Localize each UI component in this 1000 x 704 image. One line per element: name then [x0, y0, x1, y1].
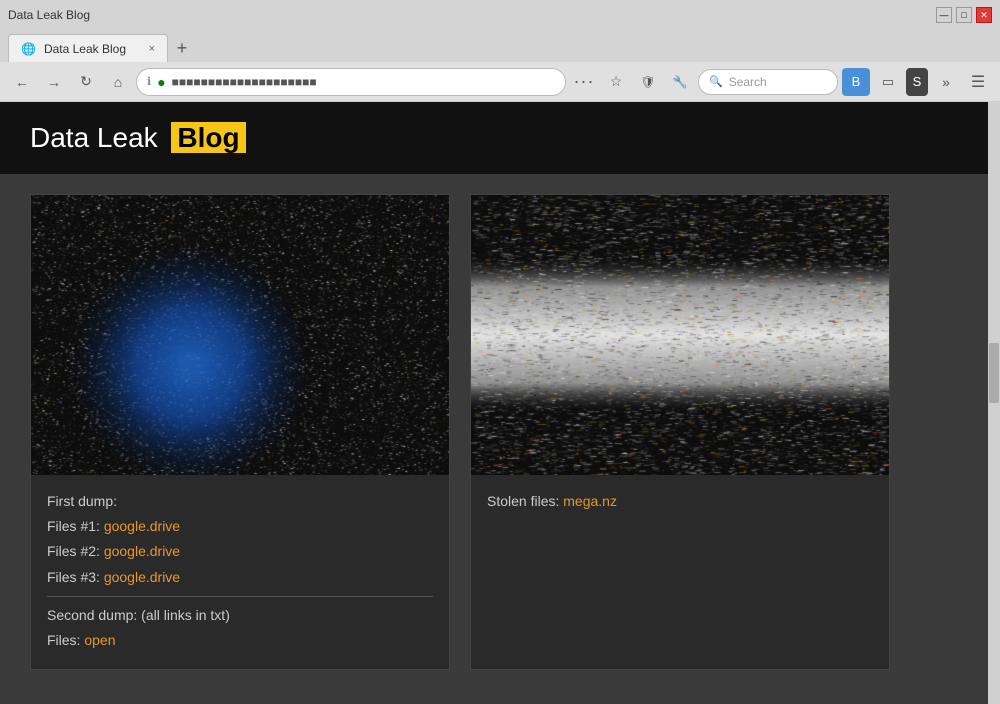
- files-1-label: Files #1:: [47, 518, 100, 534]
- stolen-files-row: Stolen files: mega.nz: [487, 489, 873, 514]
- files-1-row: Files #1: google.drive: [47, 514, 433, 539]
- stolen-label: Stolen files:: [487, 493, 559, 509]
- files-3-label: Files #3:: [47, 569, 100, 585]
- site-title-text: Data Leak: [30, 122, 158, 153]
- new-tab-button[interactable]: +: [168, 34, 196, 62]
- card-divider: [47, 596, 433, 597]
- files-open-label: Files:: [47, 632, 80, 648]
- files-1-link[interactable]: google.drive: [104, 518, 180, 534]
- window-controls: — □ ✕: [936, 7, 992, 23]
- bookmark-button[interactable]: ☆: [602, 68, 630, 96]
- refresh-button[interactable]: ↻: [72, 68, 100, 96]
- tab-label: Data Leak Blog: [44, 42, 126, 56]
- extensions-button[interactable]: »: [932, 68, 960, 96]
- card-2-image: [471, 195, 889, 475]
- card-1-body: First dump: Files #1: google.drive Files…: [31, 475, 449, 669]
- maximize-button[interactable]: □: [956, 7, 972, 23]
- files-2-label: Files #2:: [47, 543, 100, 559]
- card-2-body: Stolen files: mega.nz: [471, 475, 889, 530]
- shield-icon[interactable]: 🛡: [634, 68, 662, 96]
- files-open-link[interactable]: open: [84, 632, 115, 648]
- card-1-canvas: [31, 195, 449, 475]
- page-content: Data Leak Blog First dump: Files #1: goo…: [0, 102, 1000, 704]
- sidebar-button[interactable]: ▭: [874, 68, 902, 96]
- site-title: Data Leak Blog: [30, 122, 970, 154]
- card-1-image: [31, 195, 449, 475]
- scrollbar-track[interactable]: [988, 102, 1000, 704]
- secure-dot: ●: [157, 74, 165, 90]
- more-button[interactable]: ···: [570, 68, 598, 96]
- menu-button[interactable]: ☰: [964, 68, 992, 96]
- title-bar: Data Leak Blog — □ ✕: [0, 0, 1000, 30]
- card-1: First dump: Files #1: google.drive Files…: [30, 194, 450, 670]
- security-icon: ℹ: [147, 75, 151, 88]
- home-button[interactable]: ⌂: [104, 68, 132, 96]
- search-input[interactable]: Search: [729, 75, 767, 89]
- forward-button[interactable]: →: [40, 68, 68, 96]
- minimize-button[interactable]: —: [936, 7, 952, 23]
- profile-button[interactable]: B: [842, 68, 870, 96]
- back-button[interactable]: ←: [8, 68, 36, 96]
- card-2: Stolen files: mega.nz: [470, 194, 890, 670]
- mega-link[interactable]: mega.nz: [563, 493, 617, 509]
- address-bar[interactable]: ℹ ● ■■■■■■■■■■■■■■■■■■■■: [136, 68, 566, 96]
- address-text: ■■■■■■■■■■■■■■■■■■■■: [172, 75, 555, 89]
- files-3-row: Files #3: google.drive: [47, 565, 433, 590]
- search-box[interactable]: 🔍 Search: [698, 69, 838, 95]
- browser-window: Data Leak Blog — □ ✕ 🌐 Data Leak Blog × …: [0, 0, 1000, 704]
- first-dump-label: First dump:: [47, 489, 433, 514]
- navigation-bar: ← → ↻ ⌂ ℹ ● ■■■■■■■■■■■■■■■■■■■■ ··· ☆ 🛡…: [0, 62, 1000, 102]
- close-button[interactable]: ✕: [976, 7, 992, 23]
- main-content: First dump: Files #1: google.drive Files…: [0, 174, 1000, 690]
- files-2-row: Files #2: google.drive: [47, 539, 433, 564]
- tab-close-button[interactable]: ×: [149, 43, 155, 55]
- active-tab[interactable]: 🌐 Data Leak Blog ×: [8, 34, 168, 62]
- site-header: Data Leak Blog: [0, 102, 1000, 174]
- files-open-row: Files: open: [47, 628, 433, 653]
- tab-bar: 🌐 Data Leak Blog × +: [0, 30, 1000, 62]
- card-2-canvas: [471, 195, 889, 475]
- extension-icon[interactable]: 🔧: [666, 68, 694, 96]
- scrollbar-thumb[interactable]: [989, 343, 999, 403]
- files-2-link[interactable]: google.drive: [104, 543, 180, 559]
- second-dump-label: Second dump: (all links in txt): [47, 603, 433, 628]
- files-3-link[interactable]: google.drive: [104, 569, 180, 585]
- account-button[interactable]: S: [906, 68, 928, 96]
- site-title-highlight: Blog: [171, 122, 245, 153]
- tab-title: Data Leak Blog: [8, 8, 90, 22]
- search-icon: 🔍: [709, 75, 723, 88]
